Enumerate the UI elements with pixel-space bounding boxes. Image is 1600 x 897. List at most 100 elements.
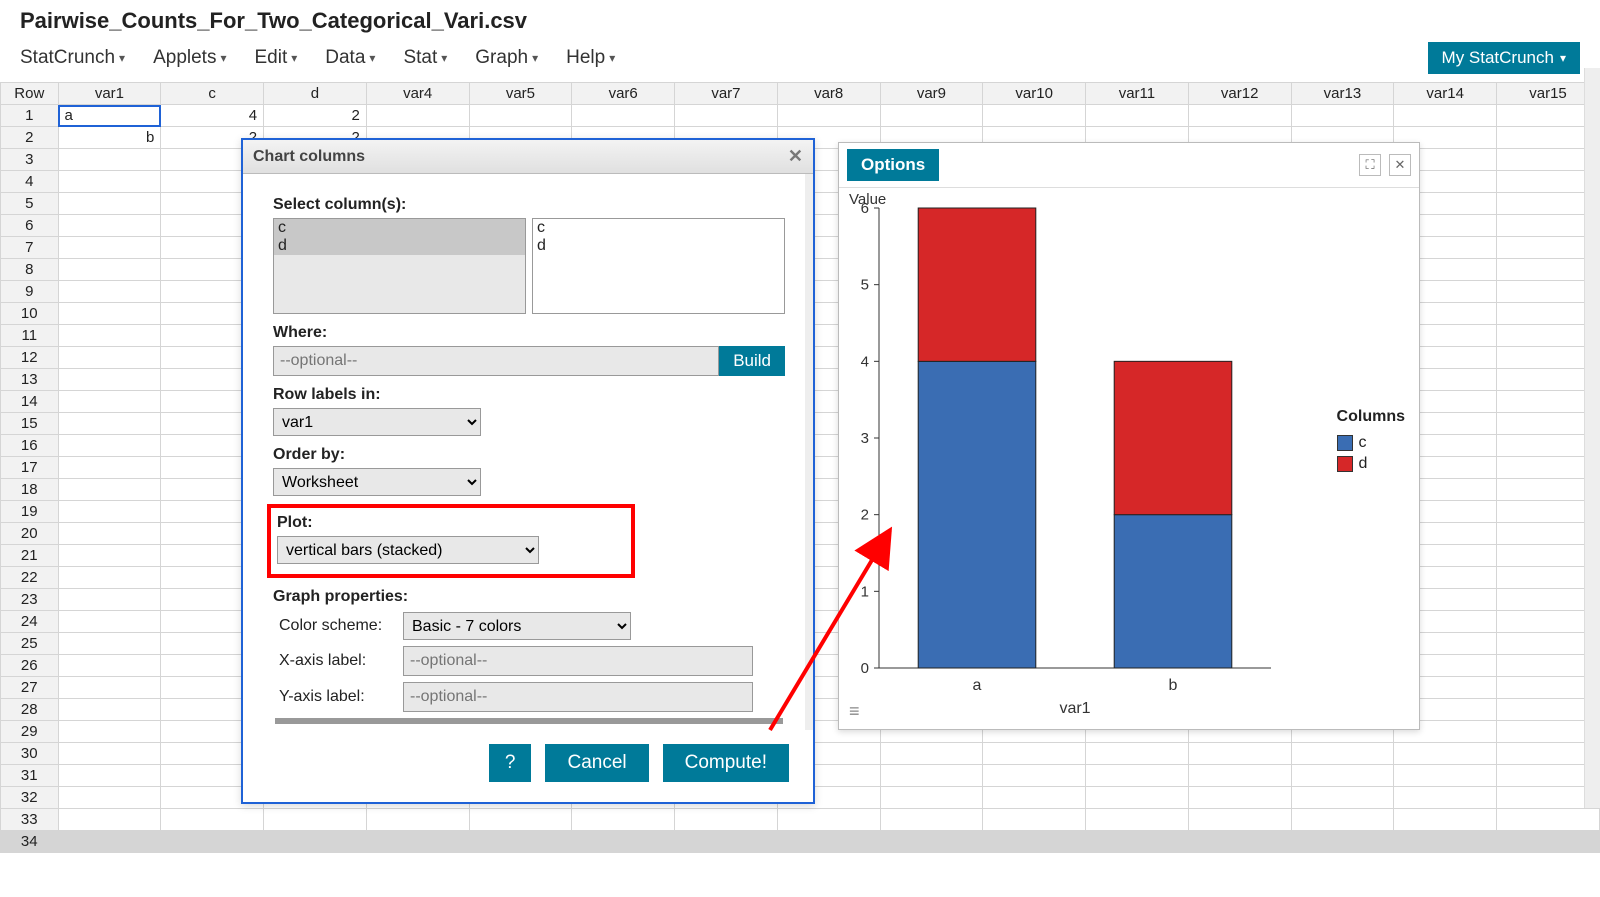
cell[interactable]	[1188, 831, 1291, 853]
close-icon[interactable]: ✕	[788, 146, 803, 167]
cell[interactable]	[1394, 765, 1497, 787]
cell[interactable]	[58, 281, 161, 303]
row-number[interactable]: 17	[1, 457, 59, 479]
column-header[interactable]: c	[161, 83, 264, 105]
column-header[interactable]: var10	[983, 83, 1086, 105]
row-number[interactable]: 30	[1, 743, 59, 765]
cell[interactable]	[983, 105, 1086, 127]
cell[interactable]	[58, 567, 161, 589]
close-icon[interactable]: ✕	[1389, 154, 1411, 176]
row-number[interactable]: 5	[1, 193, 59, 215]
row-number[interactable]: 31	[1, 765, 59, 787]
cell[interactable]	[572, 831, 675, 853]
row-number[interactable]: 15	[1, 413, 59, 435]
cell[interactable]	[1394, 743, 1497, 765]
cell[interactable]	[983, 765, 1086, 787]
yaxis-label-input[interactable]	[403, 682, 753, 712]
cell[interactable]	[58, 721, 161, 743]
cancel-button[interactable]: Cancel	[545, 744, 648, 782]
cell[interactable]	[58, 413, 161, 435]
list-item[interactable]: c	[274, 219, 525, 237]
cell[interactable]	[58, 259, 161, 281]
hamburger-icon[interactable]: ≡	[849, 701, 860, 722]
color-scheme-select[interactable]: Basic - 7 colors	[403, 612, 631, 640]
orderby-select[interactable]: Worksheet	[273, 468, 481, 496]
chosen-columns-list[interactable]: c d	[532, 218, 785, 314]
cell[interactable]	[1188, 787, 1291, 809]
cell[interactable]	[58, 589, 161, 611]
compute-button[interactable]: Compute!	[663, 744, 789, 782]
row-number[interactable]: 1	[1, 105, 59, 127]
column-header-row[interactable]: Row	[1, 83, 59, 105]
cell[interactable]	[1086, 105, 1189, 127]
cell[interactable]	[366, 105, 469, 127]
cell[interactable]	[366, 809, 469, 831]
expand-icon[interactable]: ⛶	[1359, 154, 1381, 176]
row-number[interactable]: 4	[1, 171, 59, 193]
cell[interactable]	[58, 215, 161, 237]
cell[interactable]: 2	[264, 105, 367, 127]
cell[interactable]	[983, 787, 1086, 809]
cell[interactable]	[58, 457, 161, 479]
cell[interactable]	[1188, 765, 1291, 787]
cell[interactable]	[1497, 809, 1600, 831]
cell[interactable]	[1394, 105, 1497, 127]
cell[interactable]	[58, 809, 161, 831]
row-number[interactable]: 12	[1, 347, 59, 369]
cell[interactable]	[572, 809, 675, 831]
cell[interactable]	[1291, 743, 1394, 765]
cell[interactable]	[675, 105, 778, 127]
cell[interactable]	[1394, 809, 1497, 831]
row-number[interactable]: 6	[1, 215, 59, 237]
cell[interactable]	[1291, 765, 1394, 787]
row-number[interactable]: 20	[1, 523, 59, 545]
row-number[interactable]: 25	[1, 633, 59, 655]
cell[interactable]	[58, 193, 161, 215]
cell[interactable]	[880, 765, 983, 787]
xaxis-label-input[interactable]	[403, 646, 753, 676]
row-number[interactable]: 24	[1, 611, 59, 633]
available-columns-list[interactable]: c d	[273, 218, 526, 314]
cell[interactable]	[58, 369, 161, 391]
cell[interactable]	[58, 303, 161, 325]
column-header[interactable]: var5	[469, 83, 572, 105]
list-item[interactable]: c	[533, 219, 784, 237]
cell[interactable]: b	[58, 127, 161, 149]
column-header[interactable]: var7	[675, 83, 778, 105]
cell[interactable]	[1086, 743, 1189, 765]
cell[interactable]	[58, 633, 161, 655]
cell[interactable]	[1086, 809, 1189, 831]
cell[interactable]	[777, 831, 880, 853]
row-number[interactable]: 32	[1, 787, 59, 809]
cell[interactable]	[58, 831, 161, 853]
cell[interactable]	[1188, 743, 1291, 765]
row-number[interactable]: 7	[1, 237, 59, 259]
menu-stat[interactable]: Stat▾	[403, 47, 447, 69]
options-button[interactable]: Options	[847, 149, 939, 181]
cell[interactable]	[1291, 105, 1394, 127]
cell[interactable]	[58, 743, 161, 765]
row-number[interactable]: 19	[1, 501, 59, 523]
cell[interactable]	[58, 765, 161, 787]
column-header[interactable]: var6	[572, 83, 675, 105]
row-number[interactable]: 3	[1, 149, 59, 171]
cell[interactable]: a	[58, 105, 161, 127]
vertical-scrollbar[interactable]	[1584, 68, 1600, 808]
cell[interactable]	[58, 787, 161, 809]
column-header[interactable]: var9	[880, 83, 983, 105]
menu-edit[interactable]: Edit▾	[254, 47, 297, 69]
cell[interactable]	[58, 149, 161, 171]
row-number[interactable]: 28	[1, 699, 59, 721]
cell[interactable]	[1497, 831, 1600, 853]
rowlabels-select[interactable]: var1	[273, 408, 481, 436]
cell[interactable]	[880, 743, 983, 765]
row-number[interactable]: 13	[1, 369, 59, 391]
cell[interactable]	[264, 831, 367, 853]
cell[interactable]	[777, 809, 880, 831]
menu-help[interactable]: Help▾	[566, 47, 615, 69]
row-number[interactable]: 27	[1, 677, 59, 699]
row-number[interactable]: 23	[1, 589, 59, 611]
row-number[interactable]: 34	[1, 831, 59, 853]
cell[interactable]	[58, 611, 161, 633]
row-number[interactable]: 33	[1, 809, 59, 831]
